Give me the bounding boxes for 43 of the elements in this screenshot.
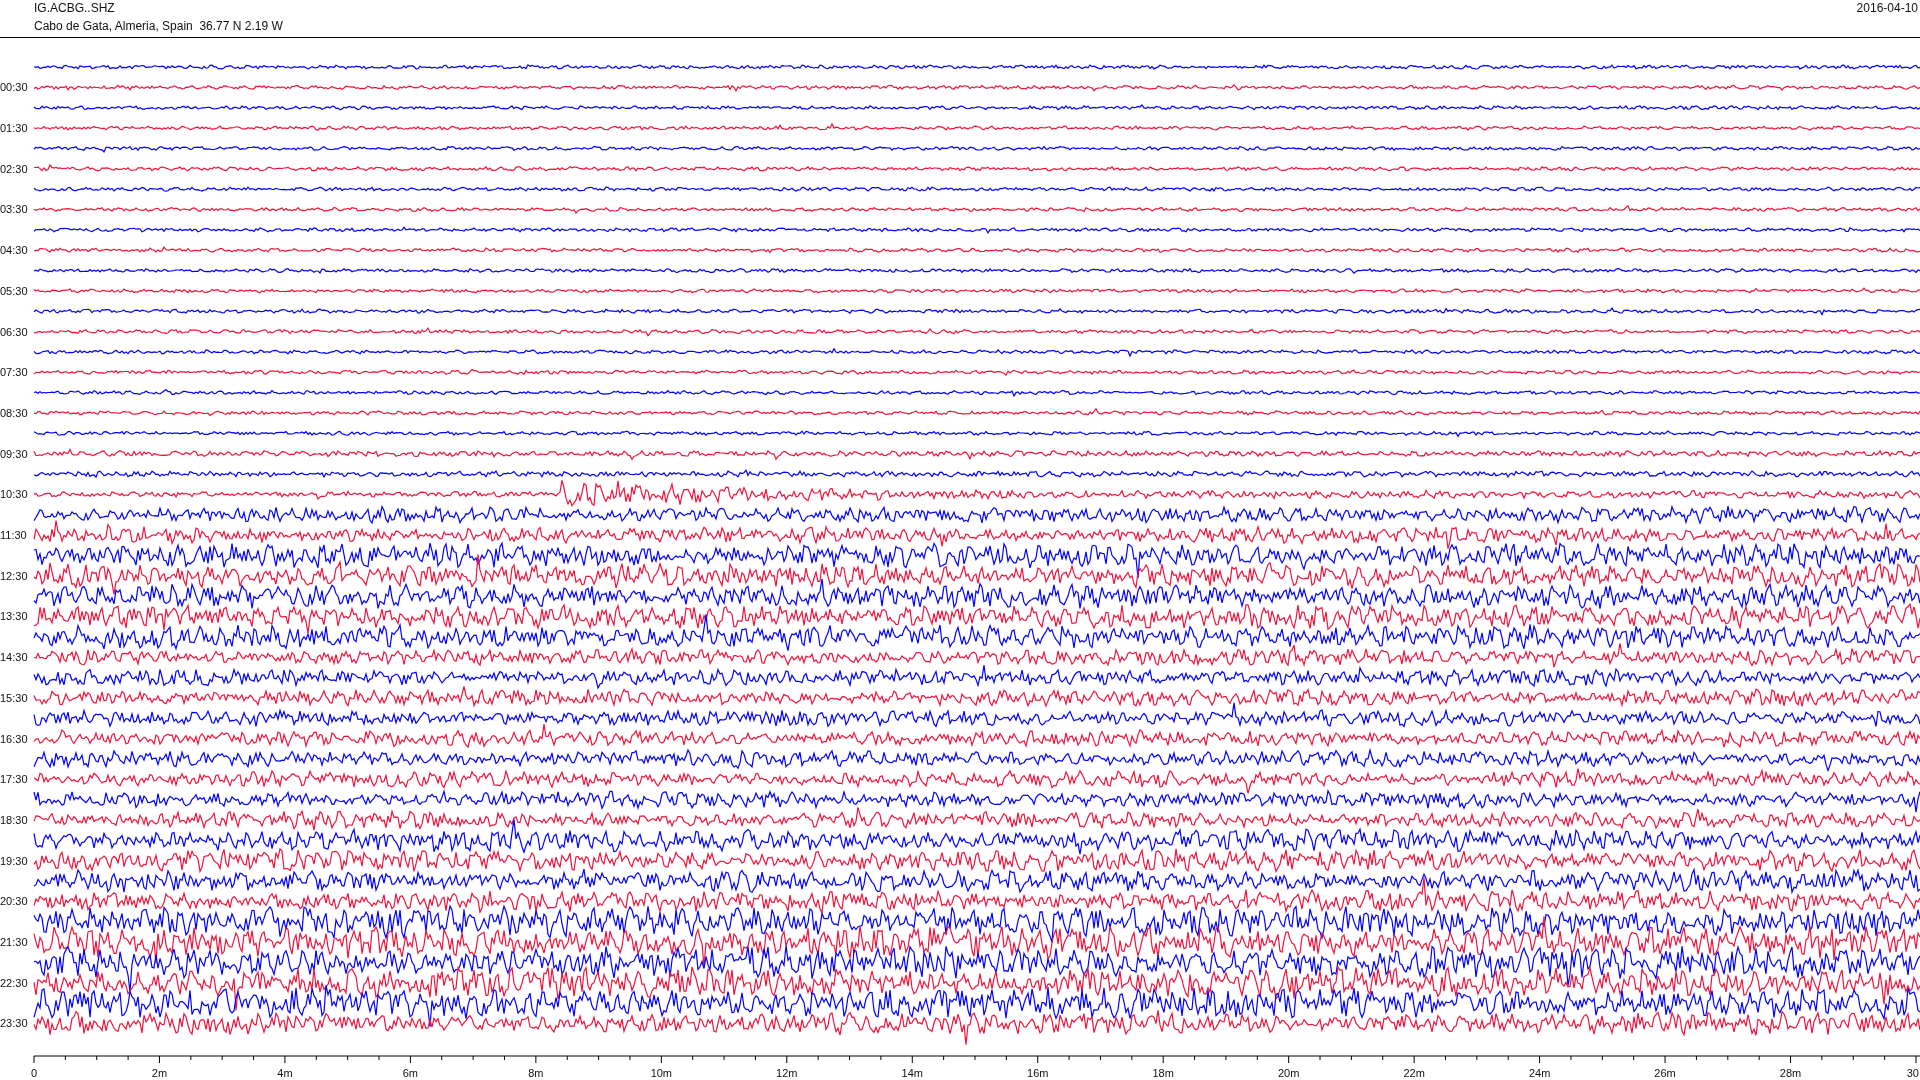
hour-label: 19:30 [0,854,28,867]
station-location: Cabo de Gata, Almeria, Spain 36.77 N 2.19 W [34,19,283,33]
axis-label: 22m [1403,1067,1425,1079]
hour-label: 14:30 [0,651,28,664]
hour-label: 15:30 [0,691,28,704]
hour-label: 08:30 [0,406,28,419]
axis-label: 24m [1528,1067,1551,1079]
plot-date: 2016-04-10 [1856,1,1918,15]
hour-label: 07:30 [0,366,28,379]
axis-label: 10m [650,1067,673,1079]
axis-label: 30 [1906,1067,1919,1079]
axis-label: 18m [1152,1067,1174,1079]
axis-label: 12m [776,1067,798,1079]
hour-label: 21:30 [0,936,28,949]
hour-label: 05:30 [0,284,28,297]
hour-label: 20:30 [0,895,28,908]
hour-label: 06:30 [0,325,28,338]
axis-label: 16m [1027,1067,1049,1079]
hour-label: 02:30 [0,162,28,175]
axis-label: 8m [528,1067,544,1079]
hour-label: 11:30 [0,529,27,542]
hour-label: 01:30 [0,122,28,135]
axis-label: 2m [151,1067,168,1079]
hour-label: 13:30 [0,610,28,623]
axis-label: 20m [1277,1067,1300,1079]
axis-label: 26m [1654,1067,1676,1079]
hour-label: 12:30 [0,569,28,582]
hour-label: 03:30 [0,203,28,216]
hour-label: 04:30 [0,244,28,257]
axis-label: 4m [277,1067,293,1079]
hour-label: 17:30 [0,773,28,786]
axis-label: 28m [1779,1067,1802,1079]
axis-label: 0 [30,1067,38,1079]
hour-label: 09:30 [0,447,28,460]
axis-label: 6m [402,1067,419,1079]
hour-label: 16:30 [0,732,28,745]
axis-label: 14m [901,1067,923,1079]
hour-label: 23:30 [0,1017,28,1030]
hour-label: 00:30 [0,81,28,94]
hour-label: 18:30 [0,813,28,826]
station-code: IG.ACBG..SHZ [34,1,115,15]
hour-label: 22:30 [0,976,28,989]
hour-label: 10:30 [0,488,28,501]
